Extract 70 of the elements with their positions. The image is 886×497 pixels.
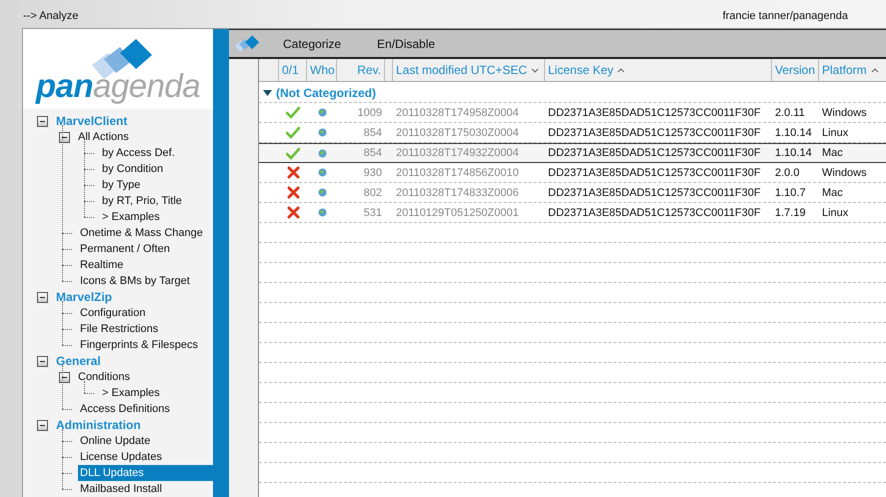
collapse-icon[interactable] [59, 132, 70, 142]
tree-item[interactable]: Mailbased Install [78, 481, 213, 497]
tree-item[interactable]: by Access Def. [100, 145, 213, 161]
tree-item[interactable]: > Examples [100, 385, 213, 401]
globe-icon [318, 188, 326, 197]
globe-icon [318, 148, 326, 158]
table-cell-text: DD2371A3E85DAD51C12573CC0011F30F [547, 147, 762, 159]
table-cell-text: 1.10.14 [774, 147, 813, 159]
tree-item[interactable]: Permanent / Often [78, 241, 213, 257]
tree-item[interactable]: > Examples [100, 209, 213, 225]
table-cell-text: DD2371A3E85DAD51C12573CC0011F30F [547, 126, 762, 138]
collapse-icon[interactable] [37, 356, 48, 366]
table-cell-text: DD2371A3E85DAD51C12573CC0011F30F [547, 166, 762, 178]
toolbar-button[interactable]: Categorize [270, 34, 354, 52]
user-name: francie tanner/panagenda [722, 10, 848, 22]
tree-item[interactable]: License Updates [78, 449, 213, 465]
table-cell-text: 1.7.19 [774, 206, 807, 218]
table-cell-text: 1.10.7 [774, 186, 807, 198]
globe-icon [318, 108, 326, 117]
table-cell-text: 1.10.14 [774, 126, 813, 138]
globe-icon [318, 128, 326, 137]
collapse-icon[interactable] [37, 292, 48, 302]
globe-icon [318, 168, 326, 177]
table-cell-text: Linux [821, 126, 850, 138]
breadcrumb: --> Analyze [23, 10, 78, 22]
tree-item[interactable]: by RT, Prio, Title [100, 193, 213, 209]
tree-item[interactable]: Icons & BMs by Target [78, 273, 213, 289]
table-cell-text: Linux [821, 206, 850, 218]
tree-item[interactable]: by Condition [100, 161, 213, 177]
table-cell-text: 802 [362, 186, 383, 198]
table-cell-text: 531 [362, 206, 383, 218]
table-cell-text: DD2371A3E85DAD51C12573CC0011F30F [547, 206, 762, 218]
table-cell-text: 20110129T051250Z0001 [395, 206, 520, 218]
table-cell-text: Mac [821, 147, 844, 159]
tree-item[interactable]: Online Update [78, 433, 213, 449]
collapse-icon[interactable] [263, 90, 272, 96]
toolbar-button[interactable]: En/Disable [364, 34, 448, 52]
table-cell-text: DD2371A3E85DAD51C12573CC0011F30F [547, 186, 762, 198]
tree-item[interactable]: Configuration [78, 305, 213, 321]
table-cell-text: DD2371A3E85DAD51C12573CC0011F30F [547, 106, 762, 118]
table-cell-text: Windows [821, 166, 868, 178]
tree-item[interactable]: Realtime [78, 257, 213, 273]
tree-item[interactable]: File Restrictions [78, 321, 213, 337]
tree-item[interactable]: by Type [100, 177, 213, 193]
table-cell-text: 20110328T174856Z0010 [395, 166, 520, 178]
table-cell-text: Mac [821, 186, 844, 198]
logo-icon [234, 34, 260, 54]
table-cell-text: 20110328T174958Z0004 [395, 106, 520, 118]
table-cell-text: 20110328T174833Z0006 [395, 186, 520, 198]
table-cell-text: 854 [362, 126, 383, 138]
tree-item[interactable]: Conditions [76, 369, 213, 385]
globe-icon [318, 208, 326, 217]
table-cell-text: Windows [821, 106, 868, 118]
collapse-icon[interactable] [37, 116, 48, 126]
tree-item[interactable]: Fingerprints & Filespecs [78, 337, 213, 353]
table-cell-text: 854 [362, 147, 383, 159]
table-cell-text: 930 [362, 166, 383, 178]
tree-item[interactable]: DLL Updates [78, 465, 213, 481]
tree-item[interactable]: All Actions [76, 129, 213, 145]
table-cell-text: 20110328T174932Z0004 [395, 147, 520, 159]
collapse-icon[interactable] [59, 372, 70, 382]
tree-item[interactable]: Access Definitions [78, 401, 213, 417]
collapse-icon[interactable] [37, 420, 48, 430]
tree-item[interactable]: Onetime & Mass Change [78, 225, 213, 241]
category-label[interactable]: (Not Categorized) [276, 86, 376, 100]
table-cell-text: 2.0.0 [774, 166, 800, 178]
table-cell-text: 20110328T175030Z0004 [395, 126, 520, 138]
table-cell-text: 1009 [356, 106, 383, 118]
table-cell-text: 2.0.11 [774, 106, 806, 118]
selected-row[interactable]: 854 20110328T174932Z0004 DD2371A3E85DAD51C12573CC0011F30F 1.10.14 Mac [259, 143, 886, 163]
